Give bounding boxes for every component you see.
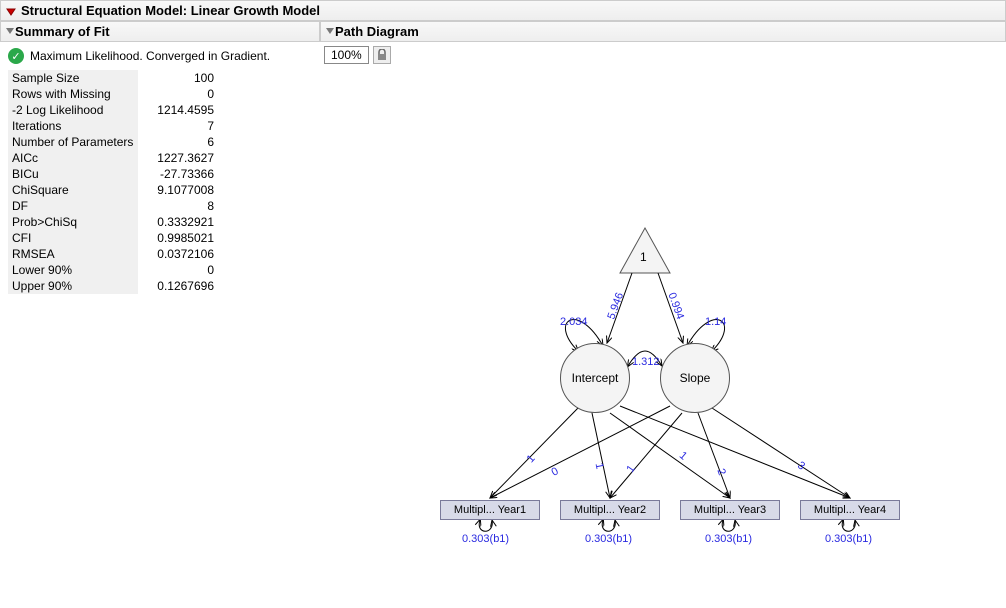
summary-header-bar: Summary of Fit [0,21,320,42]
table-row: RMSEA0.0372106 [8,246,312,262]
status-text: Maximum Likelihood. Converged in Gradien… [30,49,270,63]
latent-slope[interactable]: Slope [660,343,730,413]
fit-label: BICu [8,166,138,182]
edge-slope-var: 1.14 [705,316,726,328]
convergence-status: ✓ Maximum Likelihood. Converged in Gradi… [0,42,320,70]
latent-intercept[interactable]: Intercept [560,343,630,413]
fit-label: Prob>ChiSq [8,214,138,230]
constant-label: 1 [640,250,647,264]
table-row: BICu-27.73366 [8,166,312,182]
fit-value: 1214.4595 [138,102,218,118]
zoom-level[interactable]: 100% [324,46,369,64]
table-row: DF8 [8,198,312,214]
fit-label: -2 Log Likelihood [8,102,138,118]
fit-value: 0.3332921 [138,214,218,230]
fit-value: -27.73366 [138,166,218,182]
fit-label: Upper 90% [8,278,138,294]
edge-intercept-var: 2.034 [560,316,588,328]
fit-value: 1227.3627 [138,150,218,166]
main-title: Structural Equation Model: Linear Growth… [21,3,320,18]
disclosure-icon[interactable] [5,24,15,39]
table-row: CFI0.9985021 [8,230,312,246]
fit-label: DF [8,198,138,214]
fit-value: 8 [138,198,218,214]
table-row: Iterations7 [8,118,312,134]
fit-value: 0.9985021 [138,230,218,246]
path-diagram-header-bar: Path Diagram [320,21,1006,42]
table-row: -2 Log Likelihood1214.4595 [8,102,312,118]
manifest-year4[interactable]: Multipl... Year4 [800,500,900,520]
fit-label: Rows with Missing [8,86,138,102]
table-row: Lower 90%0 [8,262,312,278]
table-row: Prob>ChiSq0.3332921 [8,214,312,230]
err-y2: 0.303(b1) [585,533,632,545]
err-y4: 0.303(b1) [825,533,872,545]
fit-value: 0.0372106 [138,246,218,262]
fit-label: Sample Size [8,70,138,86]
table-row: AICc1227.3627 [8,150,312,166]
fit-label: Iterations [8,118,138,134]
err-y1: 0.303(b1) [462,533,509,545]
lock-icon[interactable] [373,46,391,64]
path-diagram-header: Path Diagram [335,24,419,39]
fit-value: 0.1267696 [138,278,218,294]
dropdown-icon[interactable] [5,5,17,17]
fit-value: 6 [138,134,218,150]
fit-value: 100 [138,70,218,86]
zoom-toolbar: 100% [320,42,1006,68]
sem-diagram[interactable]: 1 Intercept Slope Multipl... Year1 Multi… [320,68,1000,608]
fit-value: 0 [138,86,218,102]
diagram-edges [320,68,1000,608]
fit-table: Sample Size100 Rows with Missing0 -2 Log… [8,70,312,294]
table-row: Sample Size100 [8,70,312,86]
table-row: Upper 90%0.1267696 [8,278,312,294]
fit-label: ChiSquare [8,182,138,198]
manifest-year2[interactable]: Multipl... Year2 [560,500,660,520]
disclosure-icon[interactable] [325,24,335,39]
table-row: ChiSquare9.1077008 [8,182,312,198]
edge-cov: 1.312 [632,356,660,368]
fit-value: 0 [138,262,218,278]
table-row: Rows with Missing0 [8,86,312,102]
err-y3: 0.303(b1) [705,533,752,545]
path-diagram-panel: Path Diagram 100% [320,21,1006,608]
table-row: Number of Parameters6 [8,134,312,150]
fit-label: CFI [8,230,138,246]
fit-value: 7 [138,118,218,134]
summary-header: Summary of Fit [15,24,110,39]
check-icon: ✓ [8,48,24,64]
fit-label: AICc [8,150,138,166]
fit-value: 9.1077008 [138,182,218,198]
manifest-year1[interactable]: Multipl... Year1 [440,500,540,520]
fit-label: RMSEA [8,246,138,262]
summary-panel: Summary of Fit ✓ Maximum Likelihood. Con… [0,21,320,608]
main-title-bar: Structural Equation Model: Linear Growth… [0,0,1006,21]
fit-label: Number of Parameters [8,134,138,150]
fit-label: Lower 90% [8,262,138,278]
manifest-year3[interactable]: Multipl... Year3 [680,500,780,520]
